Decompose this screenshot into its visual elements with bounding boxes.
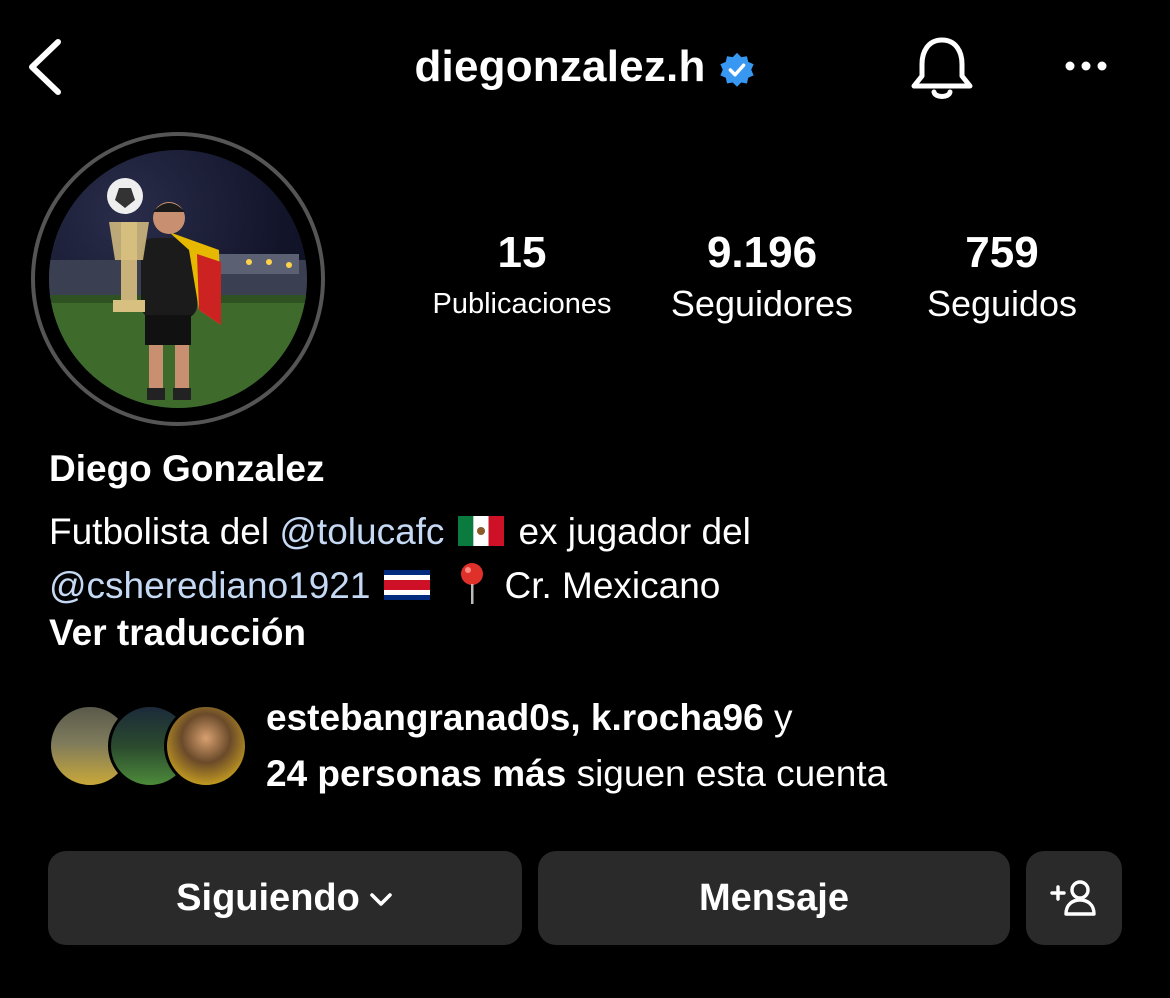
followed-by-line-2: 24 personas más siguen esta cuenta: [266, 746, 887, 802]
mention-csherediano1921[interactable]: @csherediano1921: [49, 565, 370, 606]
notifications-button[interactable]: [906, 32, 978, 104]
following-button[interactable]: Siguiendo: [48, 851, 522, 945]
profile-photo: [49, 150, 307, 408]
mention-tolucafc[interactable]: @tolucafc: [279, 511, 444, 552]
mutual-follower-avatar: [164, 704, 248, 788]
bio-line-1: Futbolista del @tolucafc ex jugador del: [49, 505, 1129, 559]
following-button-label: Siguiendo: [176, 876, 360, 919]
bio-text: Futbolista del @tolucafc ex jugador del …: [49, 505, 1129, 613]
costa-rica-flag-icon: [384, 570, 431, 600]
notification-bell-icon: [911, 37, 973, 99]
followers-count: 9.196: [706, 228, 818, 277]
followed-by-line-1: estebangranad0s, k.rocha96 y: [266, 690, 887, 746]
message-button[interactable]: Mensaje: [538, 851, 1010, 945]
more-options-button[interactable]: [1056, 44, 1116, 88]
bio-line-1-suffix: ex jugador del: [518, 511, 751, 552]
profile-photo-illustration: [49, 178, 307, 408]
verified-badge-icon: [719, 52, 754, 87]
more-options-icon: [1065, 61, 1107, 71]
see-translation-link[interactable]: Ver traducción: [49, 612, 306, 654]
followers-stat[interactable]: 9.196 Seguidores: [644, 226, 880, 328]
followed-by-suffix: siguen esta cuenta: [566, 753, 888, 794]
mexico-flag-icon: [458, 516, 505, 546]
message-button-label: Mensaje: [699, 876, 849, 919]
profile-username: diegonzalez.h: [414, 42, 706, 91]
followed-by-connector: y: [763, 697, 793, 738]
posts-label: Publicaciones: [432, 288, 612, 320]
profile-avatar[interactable]: [31, 132, 325, 426]
suggested-accounts-button[interactable]: [1026, 851, 1122, 945]
mutual-followers-others: 24 personas más: [266, 753, 567, 794]
following-label: Seguidos: [926, 283, 1078, 324]
followers-label: Seguidores: [670, 283, 854, 324]
profile-header-title: diegonzalez.h: [0, 40, 1170, 94]
posts-stat[interactable]: 15 Publicaciones: [412, 226, 632, 328]
bio-line-1-prefix: Futbolista del: [49, 511, 280, 552]
following-count: 759: [965, 228, 1039, 277]
mutual-followers-avatars[interactable]: [48, 704, 248, 790]
mutual-followers-names: estebangranad0s, k.rocha96: [266, 697, 764, 738]
display-name: Diego Gonzalez: [49, 448, 325, 489]
add-person-icon: [1050, 880, 1096, 916]
location-pin-icon: [461, 563, 484, 604]
followed-by-text[interactable]: estebangranad0s, k.rocha96 y 24 personas…: [266, 690, 887, 802]
chevron-down-icon: [370, 893, 392, 906]
bio-line-2: @csherediano1921 Cr. Mexicano: [49, 559, 1129, 613]
following-stat[interactable]: 759 Seguidos: [902, 226, 1102, 328]
posts-count: 15: [497, 228, 547, 277]
bio-line-2-suffix: Cr. Mexicano: [504, 565, 721, 606]
